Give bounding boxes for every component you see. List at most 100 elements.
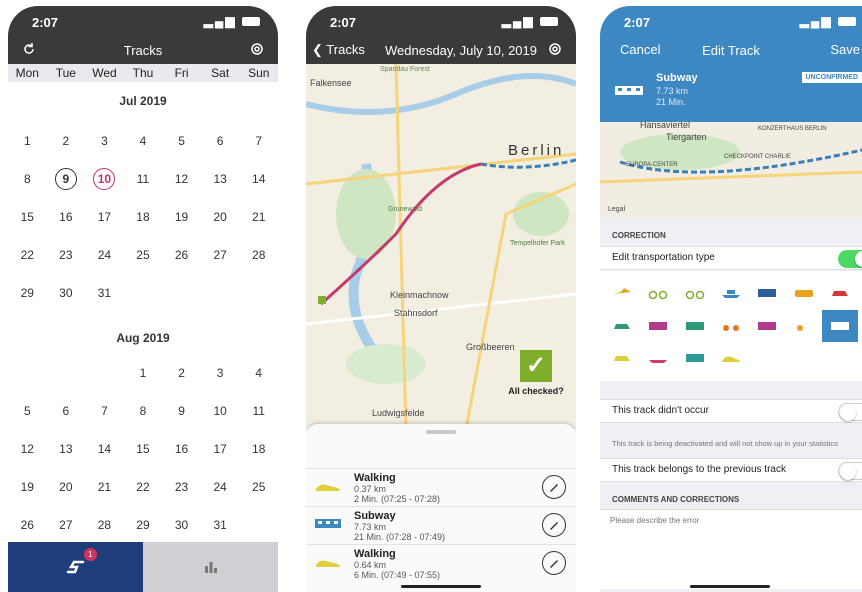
edit-type-toggle[interactable]	[838, 250, 862, 268]
edit-track-button[interactable]	[542, 475, 566, 499]
calendar-day[interactable]: 1	[8, 122, 47, 160]
calendar-day[interactable]: 3	[201, 354, 240, 392]
calendar-day[interactable]: 8	[124, 392, 163, 430]
all-checked-button[interactable]: ✓ All checked?	[504, 350, 568, 396]
calendar-day[interactable]: 19	[8, 468, 47, 506]
track-row[interactable]: Walking 0.37 km 2 Min. (07:25 - 07:28)	[306, 468, 576, 506]
edit-track-button[interactable]	[542, 551, 566, 575]
comments-input[interactable]	[600, 509, 862, 589]
walking-shoe-icon[interactable]	[713, 342, 749, 374]
didnt-occur-row[interactable]: This track didn't occur	[600, 399, 862, 423]
calendar-day[interactable]: 9	[162, 392, 201, 430]
calendar-day[interactable]: 24	[85, 236, 124, 274]
calendar-day[interactable]: 5	[8, 392, 47, 430]
calendar-day[interactable]: 25	[239, 468, 278, 506]
calendar-day[interactable]: 7	[85, 392, 124, 430]
calendar-day[interactable]: 31	[201, 506, 240, 544]
calendar-day[interactable]: 9	[47, 160, 86, 198]
calendar-day[interactable]: 17	[85, 198, 124, 236]
calendar-day[interactable]: 7	[239, 122, 278, 160]
calendar-day[interactable]: 15	[124, 430, 163, 468]
calendar-day[interactable]: 30	[162, 506, 201, 544]
calendar-day[interactable]: 3	[85, 122, 124, 160]
calendar-day[interactable]: 29	[8, 274, 47, 312]
calendar-day[interactable]: 12	[162, 160, 201, 198]
calendar-day[interactable]: 30	[47, 274, 86, 312]
calendar-day[interactable]: 13	[47, 430, 86, 468]
calendar-day[interactable]: 23	[162, 468, 201, 506]
calendar-day[interactable]: 1	[124, 354, 163, 392]
car-icon[interactable]	[822, 277, 858, 309]
car-green-icon[interactable]	[604, 310, 640, 342]
calendar-day[interactable]: 20	[47, 468, 86, 506]
motorbike-icon[interactable]	[713, 310, 749, 342]
taxi-icon[interactable]	[604, 342, 640, 374]
calendar-day[interactable]: 4	[124, 122, 163, 160]
bicycle-icon[interactable]	[640, 277, 676, 309]
calendar-day[interactable]: 28	[85, 506, 124, 544]
track-row[interactable]: Subway 7.73 km 21 Min. (07:28 - 07:49)	[306, 506, 576, 544]
tab-tracks[interactable]: 1	[8, 542, 143, 592]
ship-icon[interactable]	[713, 277, 749, 309]
belongs-previous-toggle[interactable]	[838, 462, 862, 480]
tab-statistics[interactable]	[143, 542, 278, 592]
sheet-grabber[interactable]	[426, 430, 456, 434]
didnt-occur-toggle[interactable]	[838, 403, 862, 421]
regional-train-icon[interactable]	[749, 310, 785, 342]
calendar-day[interactable]: 5	[162, 122, 201, 160]
calendar-day[interactable]: 27	[47, 506, 86, 544]
calendar-day[interactable]: 6	[47, 392, 86, 430]
calendar-day[interactable]: 18	[124, 198, 163, 236]
calendar-day[interactable]: 4	[239, 354, 278, 392]
save-button[interactable]: Save	[830, 42, 860, 57]
calendar-day[interactable]: 18	[239, 430, 278, 468]
belongs-previous-row[interactable]: This track belongs to the previous track	[600, 458, 862, 482]
calendar-day[interactable]: 28	[239, 236, 278, 274]
calendar-day[interactable]: 23	[47, 236, 86, 274]
calendar-day[interactable]: 22	[8, 236, 47, 274]
track-row[interactable]: Walking 0.64 km 6 Min. (07:49 - 07:55)	[306, 544, 576, 582]
ebike-icon[interactable]	[677, 277, 713, 309]
scooter-icon[interactable]	[785, 310, 821, 342]
edit-type-row[interactable]: Edit transportation type	[600, 246, 862, 270]
calendar-day[interactable]: 8	[8, 160, 47, 198]
bus-icon[interactable]	[785, 277, 821, 309]
calendar-day[interactable]: 11	[239, 392, 278, 430]
edit-track-button[interactable]	[542, 513, 566, 537]
route-map[interactable]: Falkensee Spandau Forest Berlin Tempelho…	[306, 64, 576, 429]
calendar-day[interactable]: 10	[85, 160, 124, 198]
calendar-day[interactable]: 21	[239, 198, 278, 236]
calendar-day[interactable]: 27	[201, 236, 240, 274]
calendar-day[interactable]: 13	[201, 160, 240, 198]
tram-icon[interactable]	[749, 277, 785, 309]
calendar-day[interactable]: 16	[47, 198, 86, 236]
tracks-sheet[interactable]: Walking 0.37 km 2 Min. (07:25 - 07:28) S…	[306, 424, 576, 592]
settings-icon[interactable]	[250, 42, 264, 59]
map-label-legal[interactable]: Legal	[608, 206, 625, 213]
coach-icon[interactable]	[640, 310, 676, 342]
calendar-day[interactable]: 11	[124, 160, 163, 198]
calendar-day[interactable]: 25	[124, 236, 163, 274]
calendar-day[interactable]: 17	[201, 430, 240, 468]
ferry-icon[interactable]	[640, 342, 676, 374]
subway-selected-icon[interactable]	[821, 309, 858, 342]
calendar-day[interactable]: 19	[162, 198, 201, 236]
calendar-day[interactable]: 6	[201, 122, 240, 160]
calendar-day[interactable]: 14	[239, 160, 278, 198]
calendar-day[interactable]: 16	[162, 430, 201, 468]
calendar-day[interactable]: 29	[124, 506, 163, 544]
calendar-day[interactable]: 24	[201, 468, 240, 506]
track-map[interactable]: Tiergarten Hansaviertel EUROPA-CENTER CH…	[600, 120, 862, 218]
calendar-day[interactable]: 10	[201, 392, 240, 430]
calendar-day[interactable]: 20	[201, 198, 240, 236]
calendar-day[interactable]: 26	[8, 506, 47, 544]
train-icon[interactable]	[677, 310, 713, 342]
calendar-day[interactable]: 26	[162, 236, 201, 274]
suburban-train-icon[interactable]	[677, 342, 713, 374]
calendar-day[interactable]: 31	[85, 274, 124, 312]
calendar-day[interactable]: 15	[8, 198, 47, 236]
calendar-day[interactable]: 2	[162, 354, 201, 392]
calendar-day[interactable]: 21	[85, 468, 124, 506]
calendar-day[interactable]: 14	[85, 430, 124, 468]
calendar-day[interactable]: 12	[8, 430, 47, 468]
